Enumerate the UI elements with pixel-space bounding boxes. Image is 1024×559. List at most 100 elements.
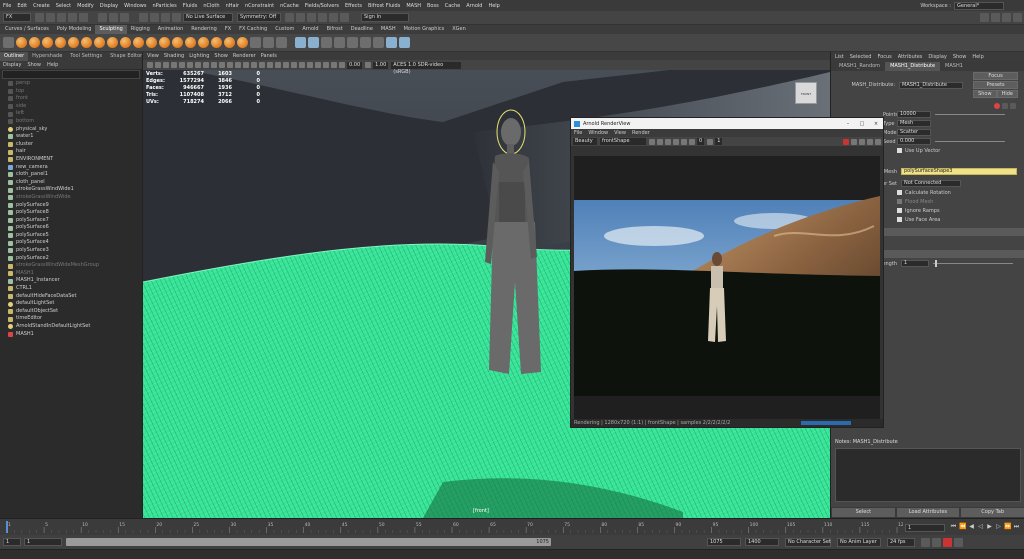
attr-tab-mash1[interactable]: MASH1: [940, 62, 968, 71]
shadows-icon[interactable]: [267, 62, 273, 68]
attr-row-field[interactable]: Scatter: [897, 129, 931, 136]
attr-menu-attributes[interactable]: Attributes: [898, 52, 923, 62]
modeling-toolkit-icon[interactable]: [980, 13, 989, 22]
bulge-brush-icon[interactable]: [211, 37, 222, 48]
menu-item-modify[interactable]: Modify: [77, 3, 94, 9]
menu-item-cache[interactable]: Cache: [445, 3, 461, 9]
tab-hypershade[interactable]: Hypershade: [28, 52, 66, 61]
outliner-item[interactable]: polySurface3: [0, 247, 142, 255]
gamma-icon[interactable]: [707, 138, 714, 145]
outliner-menu-show[interactable]: Show: [27, 61, 41, 69]
start-frame-field[interactable]: 1: [3, 538, 21, 546]
outliner-item[interactable]: defaultHideFaceDataSet: [0, 293, 142, 301]
anim-layer-dropdown[interactable]: No Anim Layer: [837, 537, 881, 547]
tab-outliner[interactable]: Outliner: [0, 52, 29, 61]
outliner-item[interactable]: front: [0, 95, 142, 103]
amplify-brush-icon[interactable]: [224, 37, 235, 48]
snap-grid-icon[interactable]: [139, 13, 148, 22]
attr-menu-list[interactable]: List: [835, 52, 844, 62]
falloff-icon[interactable]: [347, 37, 358, 48]
info-icon[interactable]: [1002, 102, 1008, 109]
outliner-item[interactable]: polySurface5: [0, 232, 142, 240]
outliner-item[interactable]: new_camera: [0, 164, 142, 172]
freeze-brush-icon[interactable]: [237, 37, 248, 48]
outliner-item[interactable]: polySurface9: [0, 202, 142, 210]
menu-item-ncache[interactable]: nCache: [280, 3, 299, 9]
invert-freeze-icon[interactable]: [263, 37, 274, 48]
menu-item-nconstraint[interactable]: nConstraint: [245, 3, 274, 9]
attr-menu-focus[interactable]: Focus: [877, 52, 891, 62]
fps-dropdown[interactable]: 24 fps: [887, 537, 915, 547]
mask-icon[interactable]: [321, 37, 332, 48]
stop-render-icon[interactable]: [843, 138, 849, 145]
tab-shape-editor[interactable]: Shape Editor: [106, 52, 146, 61]
knife-brush-icon[interactable]: [185, 37, 196, 48]
menu-item-boss[interactable]: Boss: [427, 3, 439, 9]
outliner-item[interactable]: cloth_panel1: [0, 171, 142, 179]
attribute-editor-icon[interactable]: [991, 13, 1000, 22]
notes-textarea[interactable]: [835, 448, 1021, 502]
outliner-item[interactable]: strokeGrassWindWideMeshGroup: [0, 262, 142, 270]
outliner-item[interactable]: side: [0, 103, 142, 111]
shelf-settings-icon[interactable]: [3, 37, 14, 48]
outliner-item[interactable]: hair: [0, 148, 142, 156]
shelf-tab-mash[interactable]: MASH: [377, 25, 400, 34]
lights-icon[interactable]: [259, 62, 265, 68]
attr-checkbox[interactable]: [897, 199, 902, 204]
outliner-item[interactable]: bottom: [0, 118, 142, 126]
attr-checkbox[interactable]: [897, 208, 902, 213]
xray-components-icon[interactable]: [331, 62, 337, 68]
aov-dropdown[interactable]: Beauty: [573, 138, 597, 145]
outliner-item[interactable]: persp: [0, 80, 142, 88]
symmetry-dropdown[interactable]: Symmetry: Off: [237, 13, 281, 22]
go-to-start-icon[interactable]: ⏮: [950, 523, 957, 530]
shelf-tab-rendering[interactable]: Rendering: [187, 25, 221, 34]
outliner-item[interactable]: MASH1_Instancer: [0, 277, 142, 285]
pinch-brush-icon[interactable]: [68, 37, 79, 48]
rv-menu-render[interactable]: Render: [632, 129, 650, 137]
menu-item-mash[interactable]: MASH: [406, 3, 421, 9]
menu-item-help[interactable]: Help: [488, 3, 499, 9]
close-icon[interactable]: ×: [869, 121, 883, 127]
menu-item-bifrost-fluids[interactable]: Bifrost Fluids: [368, 3, 400, 9]
stamp-icon[interactable]: [334, 37, 345, 48]
menu-item-file[interactable]: File: [3, 3, 11, 9]
menu-item-edit[interactable]: Edit: [17, 3, 27, 9]
outliner-item[interactable]: MASH1: [0, 270, 142, 278]
relax-brush-icon[interactable]: [42, 37, 53, 48]
menu-item-effects[interactable]: Effects: [345, 3, 362, 9]
outliner-menu-display[interactable]: Display: [3, 61, 21, 69]
snap-surface-icon[interactable]: [172, 13, 181, 22]
viewport-menu-lighting[interactable]: Lighting: [189, 52, 209, 60]
depth-of-field-icon[interactable]: [299, 62, 305, 68]
mesh-input-field[interactable]: polySurfaceShape3: [901, 168, 1017, 175]
outliner-item[interactable]: MASH1: [0, 331, 142, 339]
transfer-icon[interactable]: [399, 37, 410, 48]
shelf-tab-custom[interactable]: Custom: [271, 25, 298, 34]
shelf-tab-sculpting[interactable]: Sculpting: [95, 25, 127, 34]
rv-settings-icon[interactable]: [859, 138, 865, 145]
render-settings-icon[interactable]: [307, 13, 316, 22]
attr-menu-display[interactable]: Display: [928, 52, 946, 62]
anim-start-field[interactable]: 1: [24, 538, 62, 546]
ambient-occlusion-icon[interactable]: [275, 62, 281, 68]
attr-tab-mash1-distribute[interactable]: MASH1_Distribute: [885, 62, 941, 71]
menu-item-fluids[interactable]: Fluids: [183, 3, 198, 9]
key-icon[interactable]: [932, 537, 941, 547]
flatten-brush-icon[interactable]: [81, 37, 92, 48]
attr-row-field[interactable]: Mesh: [897, 120, 931, 127]
arnold-render-icon[interactable]: [340, 13, 349, 22]
color-set-field[interactable]: Not Connected: [901, 180, 961, 187]
xray-joints-icon[interactable]: [323, 62, 329, 68]
step-forward-key-icon[interactable]: ⏩: [1004, 523, 1011, 530]
menu-item-select[interactable]: Select: [56, 3, 71, 9]
shelf-tab-motion-graphics[interactable]: Motion Graphics: [400, 25, 449, 34]
preferences-icon[interactable]: [954, 537, 963, 547]
character-set-dropdown[interactable]: No Character Set: [785, 537, 831, 547]
copy-tab-button[interactable]: Copy Tab: [960, 507, 1024, 518]
motion-blur-icon[interactable]: [283, 62, 289, 68]
channel-rgb-icon[interactable]: [649, 138, 655, 145]
menu-item-fields-solvers[interactable]: Fields/Solvers: [305, 3, 339, 9]
shelf-tab-arnold[interactable]: Arnold: [298, 25, 322, 34]
hide-button[interactable]: Hide: [996, 90, 1018, 98]
